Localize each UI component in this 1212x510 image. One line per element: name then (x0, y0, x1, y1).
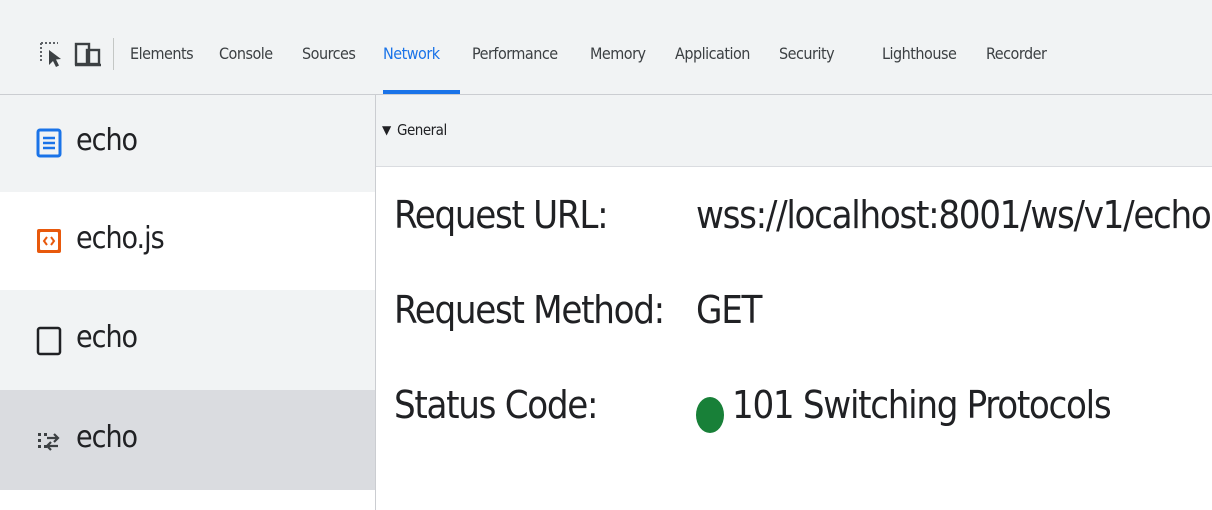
request-name: echo (76, 420, 138, 455)
devtools-window: Elements Console Sources Network Perform… (0, 0, 1212, 510)
tab-security[interactable]: Security (779, 0, 835, 94)
request-url-label: Request URL: (394, 193, 609, 237)
device-toolbar-icon[interactable] (74, 40, 102, 68)
request-row-echo-websocket[interactable]: echo (0, 390, 375, 490)
inspect-element-icon[interactable] (38, 40, 66, 68)
tab-lighthouse[interactable]: Lighthouse (882, 0, 957, 94)
triangle-down-icon: ▼ (382, 123, 392, 137)
document-icon (36, 128, 62, 158)
request-row-echo-js[interactable]: echo.js (0, 192, 375, 290)
blank-file-icon (36, 326, 62, 356)
websocket-icon (38, 433, 60, 451)
request-name: echo (76, 320, 138, 355)
tab-recorder[interactable]: Recorder (986, 0, 1047, 94)
request-name: echo.js (76, 221, 165, 256)
request-details-panel: ▼ General Request URL: wss://localhost:8… (376, 95, 1212, 510)
request-method-label: Request Method: (394, 288, 665, 332)
tab-application[interactable]: Application (675, 0, 750, 94)
request-name: echo (76, 123, 138, 158)
request-url-value: wss://localhost:8001/ws/v1/echo (696, 193, 1212, 237)
devtools-toolbar: Elements Console Sources Network Perform… (0, 0, 1212, 95)
tab-sources[interactable]: Sources (302, 0, 356, 94)
tab-elements[interactable]: Elements (130, 0, 194, 94)
general-section-header[interactable]: ▼ General (376, 95, 1212, 167)
toolbar-separator (113, 38, 114, 70)
section-title: General (397, 121, 447, 139)
script-icon (37, 229, 61, 253)
request-row-echo-blank[interactable]: echo (0, 290, 375, 390)
status-code-label: Status Code: (394, 383, 599, 427)
status-ok-icon (696, 397, 724, 433)
status-code-value: 101 Switching Protocols (732, 383, 1112, 427)
request-method-value: GET (696, 288, 762, 332)
request-row-echo-document[interactable]: echo (0, 95, 375, 192)
tab-memory[interactable]: Memory (590, 0, 646, 94)
tab-console[interactable]: Console (219, 0, 273, 94)
active-tab-indicator (383, 90, 460, 94)
request-list: echo echo.js echo echo (0, 95, 376, 510)
tab-network[interactable]: Network (383, 0, 440, 94)
tab-performance[interactable]: Performance (472, 0, 558, 94)
